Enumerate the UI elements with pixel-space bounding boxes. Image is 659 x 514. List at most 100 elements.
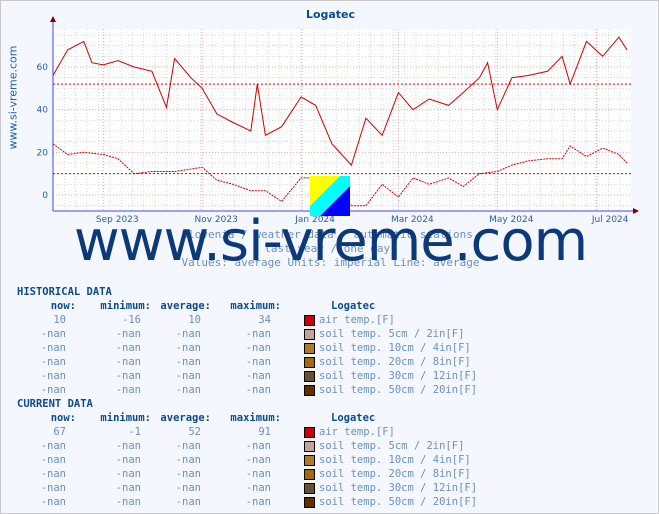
table-cell: -nan bbox=[175, 384, 201, 396]
legend-swatch bbox=[304, 315, 315, 326]
column-header: minimum: bbox=[100, 412, 151, 424]
series-label: soil temp. 50cm / 20in[F] bbox=[319, 496, 478, 508]
table-cell: -nan bbox=[115, 370, 141, 382]
table-row: -nan -nan -nan -nan soil temp. 30cm / 12in[F… bbox=[17, 369, 477, 383]
table-cell: 91 bbox=[258, 426, 271, 438]
table-row: 10 -16 10 34 air temp.[F] bbox=[17, 313, 395, 327]
y-tick-label: 20 bbox=[37, 148, 49, 158]
table-row: -nan -nan -nan -nan soil temp. 50cm / 20in[F… bbox=[17, 383, 477, 397]
table-row: -nan -nan -nan -nan soil temp. 5cm / 2in[F] bbox=[17, 439, 464, 453]
table-cell: -nan bbox=[115, 384, 141, 396]
table-heading: HISTORICAL DATA bbox=[17, 286, 112, 298]
legend-swatch bbox=[304, 343, 315, 354]
table-cell: -nan bbox=[175, 356, 201, 368]
table-cell: -nan bbox=[115, 440, 141, 452]
table-cell: -nan bbox=[40, 454, 66, 466]
legend-swatch bbox=[304, 357, 315, 368]
table-cell: -nan bbox=[175, 454, 201, 466]
legend-swatch bbox=[304, 385, 315, 396]
table-cell: -nan bbox=[245, 370, 271, 382]
series-label: soil temp. 10cm / 4in[F] bbox=[319, 454, 471, 466]
y-tick-label: 60 bbox=[37, 63, 49, 73]
table-cell: -1 bbox=[128, 426, 141, 438]
series-label: soil temp. 30cm / 12in[F] bbox=[319, 482, 478, 494]
table-row: -nan -nan -nan -nan soil temp. 5cm / 2in[F] bbox=[17, 327, 464, 341]
table-cell: -nan bbox=[245, 384, 271, 396]
legend-swatch bbox=[304, 329, 315, 340]
legend-swatch bbox=[304, 483, 315, 494]
legend-swatch bbox=[304, 455, 315, 466]
table-cell: -nan bbox=[175, 440, 201, 452]
table-cell: 10 bbox=[53, 314, 66, 326]
table-cell: -nan bbox=[115, 496, 141, 508]
table-cell: -nan bbox=[245, 482, 271, 494]
table-cell: -nan bbox=[245, 342, 271, 354]
table-cell: -nan bbox=[245, 440, 271, 452]
column-header: Logatec bbox=[331, 300, 376, 312]
table-cell: -nan bbox=[40, 496, 66, 508]
table-cell: -16 bbox=[122, 314, 141, 326]
series-label: air temp.[F] bbox=[319, 426, 395, 438]
y-tick-label: 40 bbox=[37, 106, 49, 116]
series-label: soil temp. 5cm / 2in[F] bbox=[319, 328, 465, 340]
table-row: -nan -nan -nan -nan soil temp. 30cm / 12in[F… bbox=[17, 481, 477, 495]
current-data-table: CURRENT DATA now: minimum: average: maximum:… bbox=[17, 397, 477, 509]
table-row: -nan -nan -nan -nan soil temp. 50cm / 20in[F… bbox=[17, 495, 477, 509]
table-cell: -nan bbox=[175, 370, 201, 382]
table-cell: -nan bbox=[115, 454, 141, 466]
series-label: soil temp. 20cm / 8in[F] bbox=[319, 468, 471, 480]
series-label: soil temp. 10cm / 4in[F] bbox=[319, 342, 471, 354]
table-cell: -nan bbox=[115, 342, 141, 354]
column-header: minimum: bbox=[100, 300, 151, 312]
table-cell: -nan bbox=[40, 370, 66, 382]
table-cell: -nan bbox=[115, 482, 141, 494]
table-cell: -nan bbox=[245, 454, 271, 466]
table-cell: -nan bbox=[245, 468, 271, 480]
table-cell: 10 bbox=[188, 314, 201, 326]
y-axis-arrow bbox=[50, 16, 56, 22]
legend-swatch bbox=[304, 427, 315, 438]
column-header: maximum: bbox=[230, 300, 281, 312]
table-cell: 67 bbox=[53, 426, 66, 438]
table-row: 67 -1 52 91 air temp.[F] bbox=[17, 425, 395, 439]
legend-swatch bbox=[304, 371, 315, 382]
chart-page: Logatec www.si-vreme.com Sep 2023 Nov 202… bbox=[0, 0, 659, 514]
series-label: soil temp. 50cm / 20in[F] bbox=[319, 384, 478, 396]
table-cell: -nan bbox=[115, 356, 141, 368]
column-header: Logatec bbox=[331, 412, 376, 424]
column-header: average: bbox=[160, 300, 211, 312]
series-label: air temp.[F] bbox=[319, 314, 395, 326]
series-label: soil temp. 30cm / 12in[F] bbox=[319, 370, 478, 382]
table-cell: -nan bbox=[40, 356, 66, 368]
table-cell: -nan bbox=[40, 328, 66, 340]
table-cell: -nan bbox=[175, 496, 201, 508]
table-cell: -nan bbox=[175, 468, 201, 480]
y-tick-label: 0 bbox=[42, 191, 48, 201]
table-row: -nan -nan -nan -nan soil temp. 20cm / 8in[F] bbox=[17, 467, 471, 481]
table-cell: 52 bbox=[188, 426, 201, 438]
table-row: -nan -nan -nan -nan soil temp. 10cm / 4in[F] bbox=[17, 341, 471, 355]
table-cell: -nan bbox=[40, 482, 66, 494]
table-cell: -nan bbox=[175, 482, 201, 494]
table-cell: -nan bbox=[40, 342, 66, 354]
table-cell: -nan bbox=[115, 328, 141, 340]
table-cell: -nan bbox=[175, 328, 201, 340]
table-row: -nan -nan -nan -nan soil temp. 10cm / 4in[F] bbox=[17, 453, 471, 467]
column-header: average: bbox=[160, 412, 211, 424]
historical-data-table: HISTORICAL DATA now: minimum: average: maxim… bbox=[17, 285, 477, 397]
table-cell: -nan bbox=[40, 468, 66, 480]
legend-swatch bbox=[304, 441, 315, 452]
column-header: maximum: bbox=[230, 412, 281, 424]
table-row: -nan -nan -nan -nan soil temp. 20cm / 8in[F] bbox=[17, 355, 471, 369]
table-cell: -nan bbox=[40, 384, 66, 396]
table-cell: -nan bbox=[175, 342, 201, 354]
table-heading: CURRENT DATA bbox=[17, 398, 93, 410]
table-cell: 34 bbox=[258, 314, 271, 326]
legend-swatch bbox=[304, 469, 315, 480]
table-cell: -nan bbox=[245, 496, 271, 508]
table-cell: -nan bbox=[115, 468, 141, 480]
table-cell: -nan bbox=[245, 356, 271, 368]
watermark: www.si-vreme.com bbox=[73, 209, 588, 274]
series-label: soil temp. 20cm / 8in[F] bbox=[319, 356, 471, 368]
series-label: soil temp. 5cm / 2in[F] bbox=[319, 440, 465, 452]
